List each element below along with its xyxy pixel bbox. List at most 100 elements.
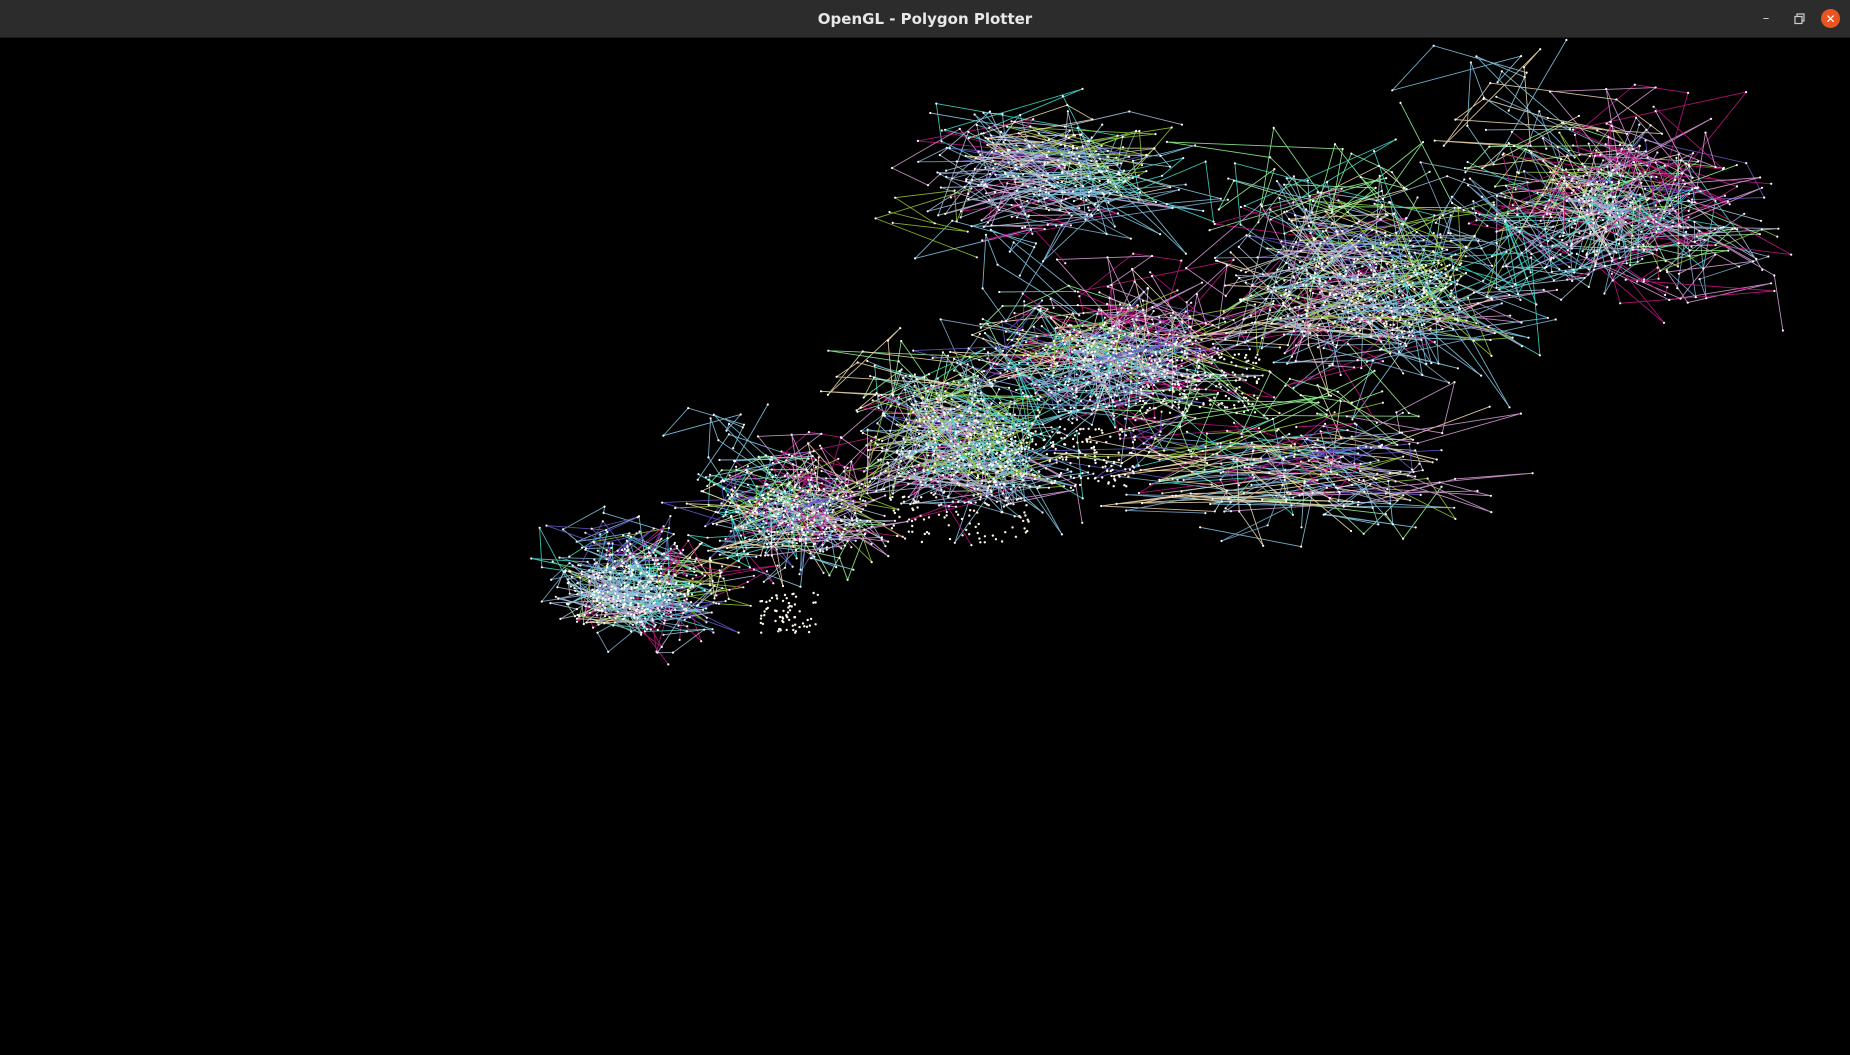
dense-vertex xyxy=(1383,276,1386,279)
polygon-vertex xyxy=(1169,165,1172,168)
polygon-vertex xyxy=(1289,296,1292,299)
title-bar[interactable]: OpenGL - Polygon Plotter – ✕ xyxy=(0,0,1850,38)
polygon-vertex xyxy=(1583,200,1586,203)
polygon-vertex xyxy=(707,503,710,507)
dense-vertex xyxy=(1141,385,1145,388)
polygon-vertex xyxy=(1189,492,1192,495)
polygon-vertex xyxy=(1306,242,1309,246)
polygon-vertex xyxy=(1529,271,1532,274)
polygon-vertex xyxy=(599,601,602,605)
polygon-vertex xyxy=(711,522,715,525)
opengl-canvas[interactable] xyxy=(0,38,1850,1055)
polygon-vertex xyxy=(1099,326,1102,329)
polygon-vertex xyxy=(1061,351,1064,354)
dense-vertex xyxy=(1058,475,1061,478)
polygon-vertex xyxy=(1055,258,1059,261)
polygon-vertex xyxy=(1184,331,1187,334)
polygon-vertex xyxy=(1657,277,1660,280)
polygon-vertex xyxy=(1058,425,1061,428)
polygon-vertex xyxy=(1273,286,1276,289)
polygon-vertex xyxy=(1568,197,1571,200)
polygon-vertex xyxy=(709,589,712,592)
polygon-vertex xyxy=(653,625,656,628)
polygon-vertex xyxy=(703,628,706,631)
polygon-vertex xyxy=(1078,207,1081,210)
polygon-vertex xyxy=(1309,232,1312,235)
dense-vertex xyxy=(1279,316,1283,320)
polygon-vertex xyxy=(1055,224,1058,227)
polygon-vertex xyxy=(813,530,816,533)
polygon-vertex xyxy=(1373,150,1376,153)
polygon-vertex xyxy=(748,501,751,504)
polygon-vertex xyxy=(1285,455,1288,458)
dense-vertex xyxy=(1455,283,1459,286)
polygon-vertex xyxy=(992,159,995,162)
polygon-vertex xyxy=(906,422,910,425)
polygon-vertex xyxy=(1285,261,1288,264)
polygon-vertex xyxy=(951,478,954,481)
polygon-vertex xyxy=(918,444,921,447)
polygon-vertex xyxy=(1409,499,1412,502)
dense-vertex xyxy=(1220,352,1224,355)
polygon-vertex xyxy=(1554,318,1557,321)
polygon-vertex xyxy=(636,583,640,586)
polygon-vertex xyxy=(530,557,533,560)
polygon-vertex xyxy=(1377,523,1380,526)
polygon-vertex xyxy=(1345,298,1349,301)
polygon-vertex xyxy=(772,488,775,491)
dense-vertex xyxy=(1233,373,1237,376)
polygon-vertex xyxy=(1299,249,1303,252)
polygon-vertex xyxy=(1076,126,1079,129)
polygon-vertex xyxy=(1123,333,1126,336)
polygon-vertex xyxy=(1167,348,1170,351)
polygon-vertex xyxy=(930,491,933,494)
dense-vertex xyxy=(983,541,986,544)
polygon-vertex xyxy=(835,477,838,480)
polygon-vertex xyxy=(866,428,869,431)
polygon-vertex xyxy=(1130,390,1133,393)
polygon-vertex xyxy=(1668,298,1671,301)
polygon-vertex xyxy=(1153,147,1156,150)
polygon-vertex xyxy=(1060,223,1063,226)
polygon-vertex xyxy=(859,406,863,409)
polygon-vertex xyxy=(711,628,714,631)
polygon-vertex xyxy=(1091,118,1094,121)
polygon-vertex xyxy=(1096,346,1099,349)
polygon-vertex xyxy=(1195,293,1199,296)
polygon-vertex xyxy=(570,575,573,579)
polygon-vertex xyxy=(1459,206,1462,209)
polygon-vertex xyxy=(1158,434,1161,437)
close-icon[interactable]: ✕ xyxy=(1821,9,1840,28)
polygon-vertex xyxy=(1057,364,1060,367)
polygon-vertex xyxy=(1763,196,1766,199)
dense-vertex xyxy=(1361,265,1364,268)
polygon-vertex xyxy=(1066,330,1069,334)
polygon-vertex xyxy=(1276,446,1279,449)
polygon-vertex xyxy=(1626,132,1629,135)
polygon-vertex xyxy=(576,613,579,617)
polygon-vertex xyxy=(1226,489,1229,492)
polygon-vertex xyxy=(1073,367,1076,370)
polygon-vertex xyxy=(804,537,808,540)
dense-vertex xyxy=(991,534,995,537)
restore-icon[interactable] xyxy=(1787,6,1813,32)
dense-vertex xyxy=(1101,476,1104,479)
polygon-vertex xyxy=(762,512,765,515)
polygon-vertex xyxy=(1067,136,1070,140)
polygon-vertex xyxy=(739,413,742,416)
dense-vertex xyxy=(892,509,895,512)
polygon-vertex xyxy=(725,429,728,432)
polygon-vertex xyxy=(1112,351,1115,354)
polygon-vertex xyxy=(1572,144,1575,147)
dense-vertex xyxy=(1241,392,1244,395)
polygon-vertex xyxy=(1335,346,1338,349)
polygon-vertex xyxy=(1226,429,1229,432)
minimize-icon[interactable]: – xyxy=(1753,6,1779,32)
polygon-vertex xyxy=(1222,310,1225,313)
dense-vertex xyxy=(1358,320,1362,323)
polygon-vertex xyxy=(1530,256,1533,259)
polygon-vertex xyxy=(965,428,968,431)
polygon-vertex xyxy=(1185,301,1188,304)
polygon-vertex xyxy=(1201,449,1204,452)
polygon-vertex xyxy=(650,587,653,591)
